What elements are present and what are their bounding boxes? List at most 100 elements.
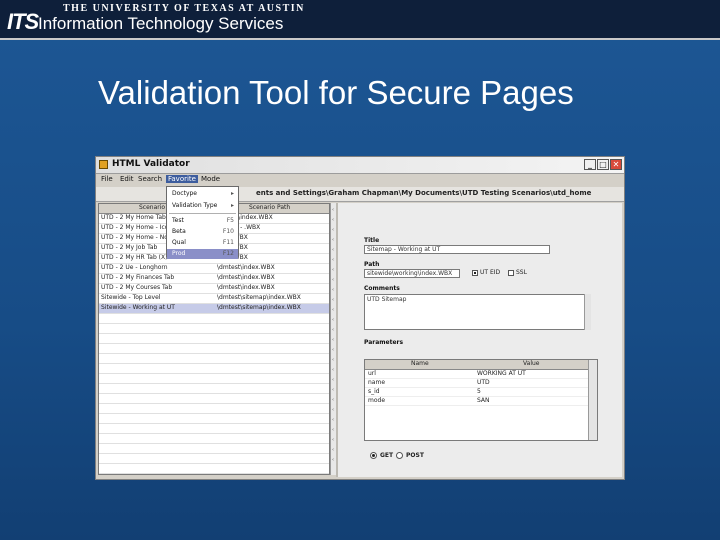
parameter-value: 5 (477, 388, 481, 395)
its-logo: ITS (7, 9, 39, 34)
dropdown-item-label: Beta (172, 228, 186, 235)
dropdown-item-shortcut: F5 (226, 217, 234, 224)
scroll-tick-icon: ‹ (332, 447, 334, 453)
window-titlebar[interactable]: HTML Validator _ □ ✕ (96, 157, 624, 174)
ut-eid-checkbox[interactable] (472, 270, 478, 276)
column-name[interactable]: Name (411, 360, 429, 367)
empty-row (99, 454, 329, 464)
dropdown-item-label: Doctype (172, 190, 197, 197)
dropdown-item[interactable]: Test F5 (167, 216, 238, 226)
ssl-label: SSL (516, 269, 527, 276)
window-title: HTML Validator (112, 159, 190, 169)
scenario-name: Sitewide - Top Level (101, 294, 161, 301)
scroll-tick-icon: ‹ (332, 267, 334, 273)
scenario-row[interactable]: Sitewide - Working at UT \dmtest\sitemap\… (99, 304, 329, 314)
slide-title: Validation Tool for Secure Pages (98, 74, 574, 111)
menu-file[interactable]: File (101, 175, 113, 183)
scroll-tick-icon: ‹ (332, 397, 334, 403)
dropdown-item-shortcut: F11 (222, 239, 234, 246)
scroll-tick-icon: ‹ (332, 247, 334, 253)
scenario-path: \dmtest\index.WBX (217, 274, 275, 281)
scroll-tick-icon: ‹ (332, 417, 334, 423)
column-scenario[interactable]: Scenario (139, 204, 165, 211)
scroll-tick-icon: ‹ (332, 297, 334, 303)
scenario-path: \dmtest\index.WBX (217, 264, 275, 271)
dropdown-item-shortcut: F10 (222, 228, 234, 235)
get-radio[interactable] (370, 452, 377, 459)
dropdown-item-shortcut: F12 (222, 250, 234, 257)
empty-row (99, 354, 329, 364)
empty-row (99, 364, 329, 374)
scroll-tick-icon: ‹ (332, 357, 334, 363)
scroll-tick-icon: ‹ (332, 377, 334, 383)
parameter-value: UTD (477, 379, 490, 386)
empty-row (99, 394, 329, 404)
dropdown-item[interactable]: Prod F12 (167, 249, 238, 259)
scenario-row[interactable]: UTD - 2 My Finances Tab \dmtest\index.WBX (99, 274, 329, 284)
dropdown-item-shortcut: ▸ (230, 190, 234, 197)
scenario-name: Sitewide - Working at UT (101, 304, 175, 311)
column-value[interactable]: Value (523, 360, 539, 367)
scroll-tick-icon: ‹ (332, 347, 334, 353)
dropdown-item[interactable]: Doctype ▸ (167, 189, 238, 199)
scroll-tick-icon: ‹ (332, 367, 334, 373)
title-field[interactable]: Sitemap - Working at UT (364, 245, 550, 254)
scroll-tick-icon: ‹ (332, 317, 334, 323)
empty-row (99, 324, 329, 334)
scenario-row[interactable]: UTD - 2 Ue - Longhorn \dmtest\index.WBX (99, 264, 329, 274)
empty-row (99, 314, 329, 324)
minimize-button[interactable]: _ (584, 159, 596, 170)
parameters-table: Name Value url WORKING AT UT name UTD s_id 5 m… (364, 359, 598, 441)
ssl-checkbox[interactable] (508, 270, 514, 276)
scenario-path: \dmtest\sitemap\index.WBX (217, 304, 301, 311)
dropdown-separator (169, 213, 236, 214)
path-field[interactable]: sitewide\working\index.WBX (364, 269, 460, 278)
dropdown-item-label: Qual (172, 239, 186, 246)
maximize-button[interactable]: □ (597, 159, 609, 170)
scenario-row[interactable]: Sitewide - Top Level \dmtest\sitemap\inde… (99, 294, 329, 304)
parameter-name: url (368, 370, 376, 377)
parameter-row[interactable]: name UTD (365, 379, 589, 388)
post-radio[interactable] (396, 452, 403, 459)
scenario-name: UTD - 2 My Finances Tab (101, 274, 175, 281)
column-scenario-path[interactable]: Scenario Path (249, 204, 290, 211)
scroll-tick-icon: ‹ (332, 287, 334, 293)
scenario-name: UTD - 2 My Courses Tab (101, 284, 173, 291)
parameter-row[interactable]: mode SAN (365, 397, 589, 406)
scroll-tick-icon: ‹ (332, 237, 334, 243)
empty-row (99, 464, 329, 474)
menu-search[interactable]: Search (138, 175, 162, 183)
dropdown-item[interactable]: Validation Type ▸ (167, 201, 238, 211)
parameters-label: Parameters (364, 339, 404, 346)
comments-scrollbar[interactable] (584, 294, 591, 330)
menu-mode[interactable]: Mode (201, 175, 220, 183)
empty-row (99, 334, 329, 344)
parameter-row[interactable]: url WORKING AT UT (365, 370, 589, 379)
parameters-scrollbar[interactable] (588, 360, 597, 440)
title-label: Title (364, 237, 380, 244)
comments-field[interactable]: UTD Sitemap (364, 294, 590, 330)
parameter-value: SAN (477, 397, 490, 404)
dropdown-item[interactable]: Beta F10 (167, 227, 238, 237)
scroll-tick-icon: ‹ (332, 327, 334, 333)
empty-row (99, 384, 329, 394)
dropdown-item[interactable]: Qual F11 (167, 238, 238, 248)
parameter-row[interactable]: s_id 5 (365, 388, 589, 397)
empty-row (99, 414, 329, 424)
dropdown-item-label: Validation Type (172, 202, 218, 209)
scroll-tick-icon: ‹ (332, 277, 334, 283)
dropdown-item-label: Prod (172, 250, 186, 257)
scroll-tick-icon: ‹ (332, 207, 334, 213)
ut-eid-label: UT EID (480, 269, 501, 276)
empty-row (99, 434, 329, 444)
empty-row (99, 424, 329, 434)
close-button[interactable]: ✕ (610, 159, 622, 170)
parameter-name: name (368, 379, 386, 386)
menu-edit[interactable]: Edit (120, 175, 134, 183)
scenario-row[interactable]: UTD - 2 My Courses Tab \dmtest\index.WBX (99, 284, 329, 294)
empty-row (99, 404, 329, 414)
scroll-tick-icon: ‹ (332, 457, 334, 463)
menu-favorite[interactable]: Favorite (166, 175, 198, 183)
dropdown-item-label: Test (172, 217, 184, 224)
university-name: THE UNIVERSITY OF TEXAS AT AUSTIN (63, 3, 305, 14)
